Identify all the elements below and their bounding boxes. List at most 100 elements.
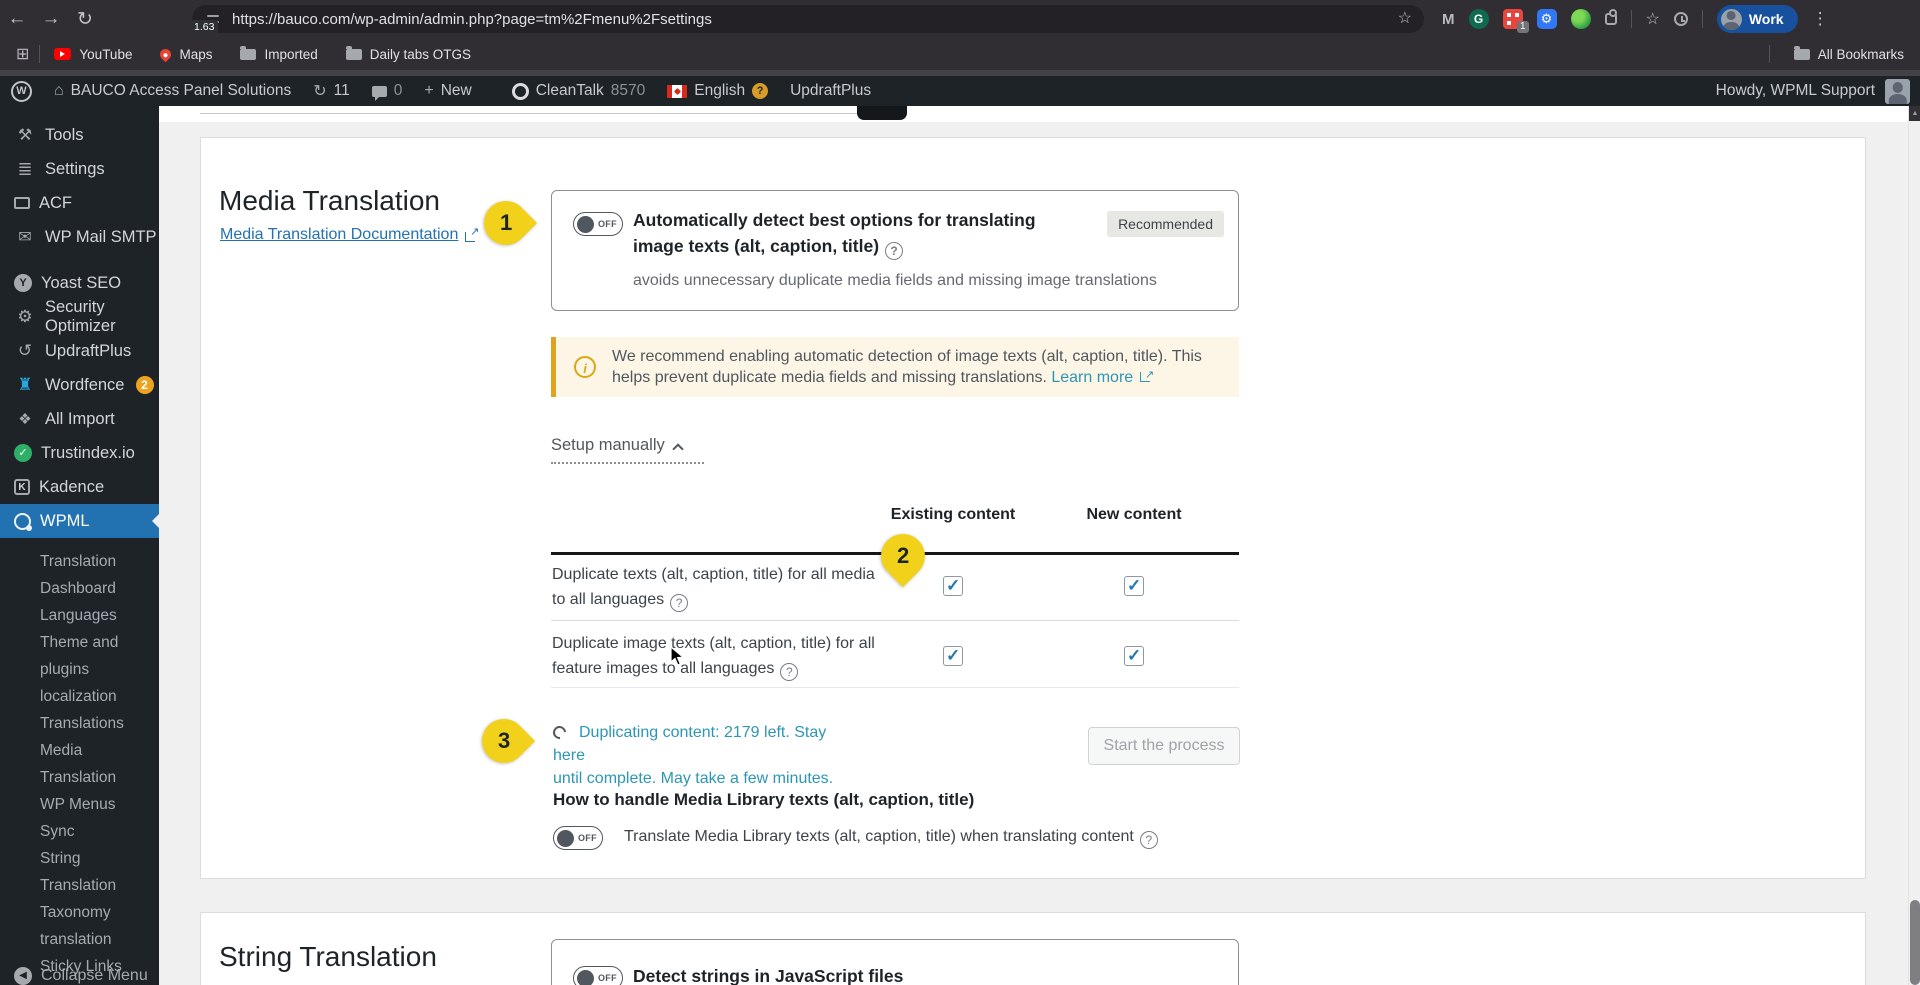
currency-extension-icon[interactable] [1570,9,1591,29]
toggle-knob [577,215,594,233]
sidebar-item-acf[interactable]: ACF [0,186,159,220]
scrolled-element-remnant [857,106,907,120]
submenu-translation-dashboard[interactable]: Translation Dashboard [0,548,159,602]
checkbox-new-all-media[interactable] [1124,576,1144,596]
monica-extension-icon[interactable]: M [1442,11,1455,28]
screen: ← → ↻ https://bauco.com/wp-admin/admin.p… [0,0,1920,985]
bookmark-maps[interactable]: Maps [158,46,212,62]
help-icon[interactable]: ? [670,594,689,612]
sidebar-item-all-import[interactable]: All Import [0,402,159,436]
sidebar-item-kadence[interactable]: Kadence [0,470,159,504]
submenu-string-translation[interactable]: String Translation [0,845,159,899]
sidebar-item-security-optimizer[interactable]: Security Optimizer [0,298,159,335]
browser-menu-icon[interactable]: ⋮ [1812,9,1829,29]
menu-label: Settings [45,159,105,178]
bookmark-label: Imported [264,46,318,62]
bookmark-label: YouTube [79,46,133,62]
menu-label: Tools [45,125,84,144]
start-process-button[interactable]: Start the process [1088,727,1240,765]
sidebar-item-wp-mail-smtp[interactable]: WP Mail SMTP [0,220,159,254]
bookmark-youtube[interactable]: YouTube [54,47,132,62]
url-text: https://bauco.com/wp-admin/admin.php?pag… [232,10,712,28]
maps-pin-icon [158,46,174,62]
back-icon[interactable]: ← [0,8,34,30]
all-bookmarks-button[interactable]: All Bookmarks [1793,45,1904,62]
cleantalk-label: CleanTalk [535,82,604,99]
forward-icon[interactable]: → [34,8,68,30]
language-menu[interactable]: English ? [656,76,779,106]
auto-detect-subtext: avoids unnecessary duplicate media field… [633,272,1157,289]
cleantalk-count: 8570 [610,82,646,99]
menu-label: UpdraftPlus [45,341,132,360]
apps-grid-icon[interactable]: ⊞ [16,44,29,64]
cleantalk-menu[interactable]: CleanTalk 8570 [501,76,657,106]
wordpress-logo-icon: W [11,80,32,102]
updates-menu[interactable]: ↻ 11 [302,76,361,106]
sidebar-item-trustindex[interactable]: Trustindex.io [0,436,159,470]
settings-extension-icon[interactable]: ⚙ [1536,9,1557,29]
callout-3: 3 [472,709,536,773]
comments-count: 0 [393,82,403,99]
sidebar-item-yoast-seo[interactable]: Yoast SEO [0,266,159,300]
comments-menu[interactable]: 0 [361,76,414,106]
media-library-heading: How to handle Media Library texts (alt, … [553,790,975,809]
submenu-taxonomy-translation[interactable]: Taxonomy translation [0,899,159,953]
checkbox-existing-all-media[interactable] [943,576,963,596]
home-icon: ⌂ [54,82,64,99]
extensions-puzzle-icon[interactable] [1604,9,1617,25]
sidebar-item-wpml[interactable]: WPML [0,504,159,538]
submenu-languages[interactable]: Languages [0,602,159,629]
bookmarks-bar: ⊞ YouTube Maps Imported Daily tabs OTGS [0,38,1920,70]
reload-icon[interactable]: ↻ [68,8,102,31]
detect-strings-toggle[interactable]: OFF [573,966,623,985]
media-translation-documentation-link[interactable]: Media Translation Documentation [220,225,479,244]
scrollbar-up-arrow[interactable]: ▲ [1909,106,1920,121]
side-panel-star-icon[interactable]: ☆ [1646,9,1660,29]
submenu-wp-menus-sync[interactable]: WP Menus Sync [0,791,159,845]
site-name-menu[interactable]: ⌂ BAUCO Access Panel Solutions [43,76,302,106]
sidebar-item-tools[interactable]: Tools [0,118,159,152]
submenu-theme-plugins-localization[interactable]: Theme and plugins localization [0,629,159,710]
toggle-state: OFF [598,973,617,983]
collapse-menu-button[interactable]: ◀ Collapse Menu [0,959,148,985]
sidebar-item-wordfence[interactable]: Wordfence 2 [0,368,159,402]
sidebar-item-settings[interactable]: Settings [0,152,159,186]
wp-admin-bar: W ⌂ BAUCO Access Panel Solutions ↻ 11 0 … [0,76,1920,106]
setup-manually-link[interactable]: Setup manually [551,436,704,464]
help-icon[interactable]: ? [1139,830,1158,849]
scrollbar-thumb[interactable] [1910,900,1920,985]
new-content-menu[interactable]: + New [413,76,482,106]
folder-icon [1793,45,1810,60]
folder-icon [345,45,362,60]
bookmark-daily-tabs-otgs[interactable]: Daily tabs OTGS [345,45,471,62]
checkbox-existing-feature-images[interactable] [943,646,963,666]
browser-profile-button[interactable]: Work [1716,5,1798,33]
media-library-toggle[interactable]: OFF [553,826,603,850]
wpml-icon [14,512,32,531]
submenu-translations[interactable]: Translations [0,710,159,737]
checkbox-new-feature-images[interactable] [1124,646,1144,666]
red-extension-icon[interactable]: 1 [1502,9,1529,33]
submenu-media-translation[interactable]: Media Translation [0,737,159,791]
url-bar[interactable]: https://bauco.com/wp-admin/admin.php?pag… [192,5,1424,33]
history-icon[interactable] [1673,12,1688,26]
toggle-knob [577,969,594,985]
wordpress-logo-menu[interactable]: W [0,76,43,106]
menu-badge: 2 [135,376,154,394]
updates-icon: ↻ [313,83,327,100]
learn-more-link[interactable]: Learn more [1051,369,1133,386]
bookmark-imported[interactable]: Imported [240,45,318,62]
auto-detect-toggle[interactable]: OFF [573,212,623,236]
menu-label: Yoast SEO [41,273,122,292]
duplicating-status-link[interactable]: Duplicating content: 2179 left. Stay her… [553,721,853,790]
help-icon[interactable]: ? [885,242,904,260]
updraftplus-menu[interactable]: UpdraftPlus [779,76,882,106]
bookmark-star-icon[interactable]: ☆ [1398,8,1412,28]
help-icon[interactable]: ? [780,663,799,681]
security-gear-icon [14,307,36,327]
yoast-icon [14,274,32,292]
grammarly-extension-icon[interactable]: G [1468,9,1489,29]
site-name: BAUCO Access Panel Solutions [70,82,292,99]
account-menu[interactable]: Howdy, WPML Support [1716,78,1910,104]
sidebar-item-updraftplus[interactable]: UpdraftPlus [0,334,159,368]
